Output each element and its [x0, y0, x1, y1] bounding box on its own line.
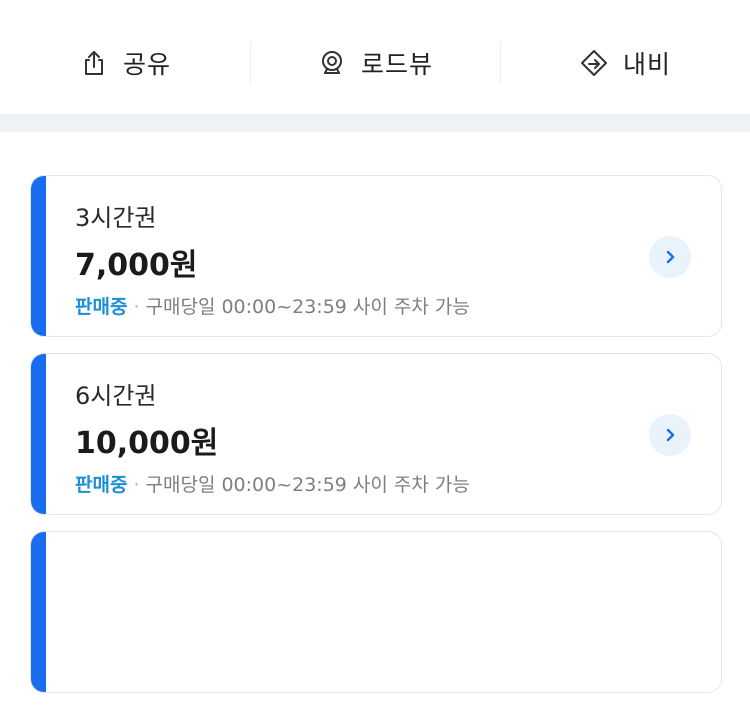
roadview-icon	[317, 48, 347, 78]
ticket-accent-bar	[31, 354, 46, 514]
chevron-right-icon	[666, 250, 675, 264]
navigation-icon	[579, 48, 609, 78]
share-label: 공유	[122, 50, 171, 79]
roadview-label: 로드뷰	[360, 50, 433, 79]
ticket-card-partial[interactable]	[30, 531, 722, 693]
action-bar: 공유 로드뷰 내비	[0, 12, 750, 114]
ticket-status: 판매중	[75, 296, 128, 318]
share-button[interactable]: 공유	[0, 12, 250, 114]
ticket-detail-button[interactable]	[649, 236, 691, 278]
section-divider	[0, 114, 750, 132]
ticket-info: 판매중 · 구매당일 00:00~23:59 사이 주차 가능	[75, 470, 470, 497]
ticket-accent-bar	[31, 532, 46, 692]
ticket-name: 3시간권	[75, 204, 157, 232]
navigation-button[interactable]: 내비	[500, 12, 750, 114]
ticket-detail: 구매당일 00:00~23:59 사이 주차 가능	[145, 296, 470, 318]
navigation-label: 내비	[622, 50, 671, 79]
roadview-button[interactable]: 로드뷰	[250, 12, 500, 114]
ticket-name: 6시간권	[75, 382, 157, 410]
ticket-info: 판매중 · 구매당일 00:00~23:59 사이 주차 가능	[75, 292, 470, 319]
ticket-price: 10,000원	[75, 426, 219, 461]
ticket-accent-bar	[31, 176, 46, 336]
ticket-detail: 구매당일 00:00~23:59 사이 주차 가능	[145, 474, 470, 496]
ticket-price: 7,000원	[75, 248, 198, 283]
ticket-separator: ·	[133, 296, 140, 318]
ticket-card-3h[interactable]: 3시간권 7,000원 판매중 · 구매당일 00:00~23:59 사이 주차 가…	[30, 175, 722, 337]
ticket-detail-button[interactable]	[649, 414, 691, 456]
ticket-list: 3시간권 7,000원 판매중 · 구매당일 00:00~23:59 사이 주차 가…	[30, 175, 722, 709]
ticket-status: 판매중	[75, 474, 128, 496]
share-icon	[79, 48, 109, 78]
ticket-separator: ·	[133, 474, 140, 496]
ticket-card-6h[interactable]: 6시간권 10,000원 판매중 · 구매당일 00:00~23:59 사이 주차 …	[30, 353, 722, 515]
chevron-right-icon	[666, 428, 675, 442]
